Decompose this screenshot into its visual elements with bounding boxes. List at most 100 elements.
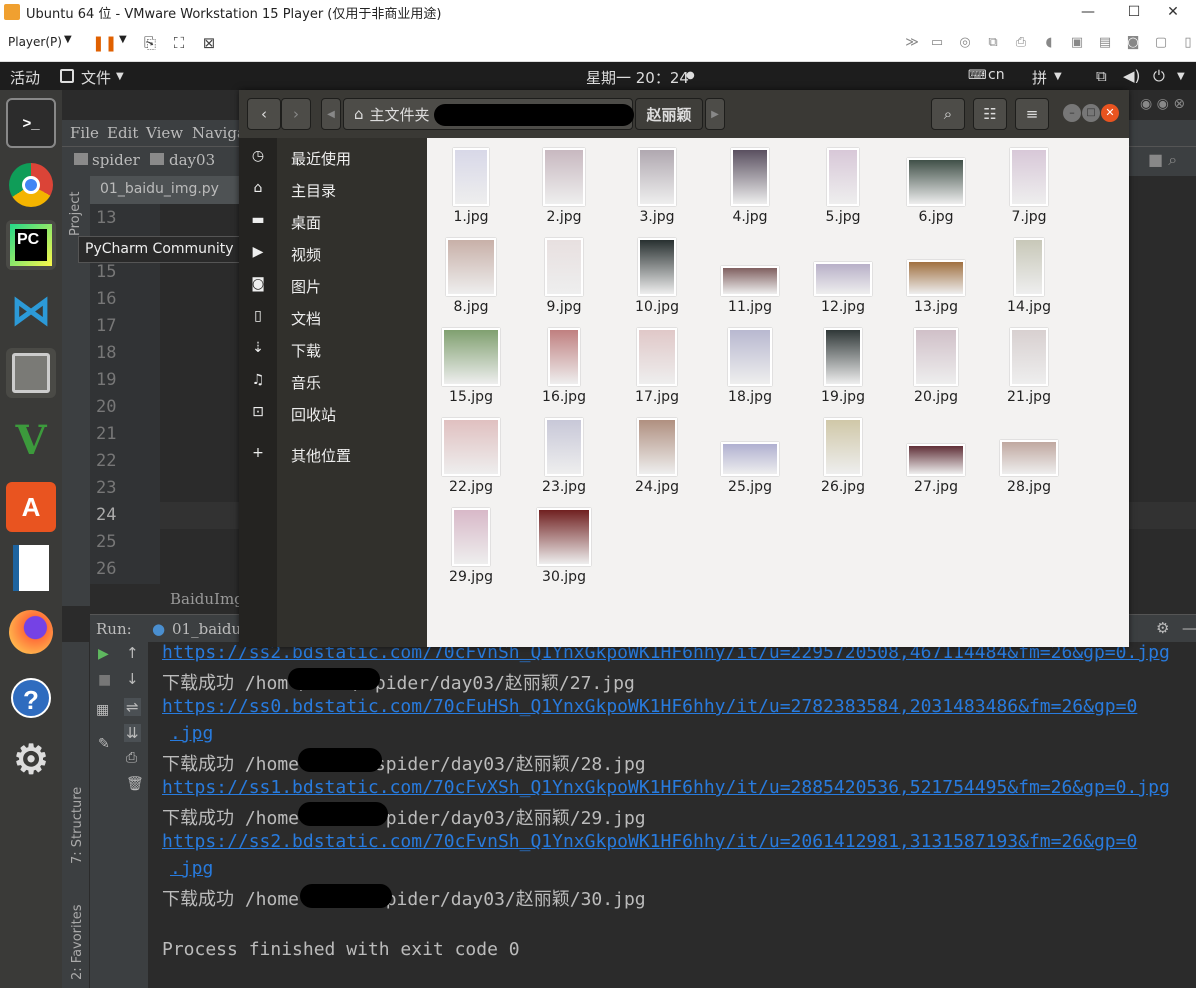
fullscreen-icon[interactable]: ⛶ [169, 33, 189, 53]
rerun-icon[interactable]: ▶ [98, 646, 109, 662]
clock[interactable]: 星期一 20：24 [586, 67, 689, 88]
sidebar-item-downloads[interactable]: 下载 [291, 340, 321, 361]
sidebar-item-documents[interactable]: 文档 [291, 308, 321, 329]
hdd-icon[interactable]: ▭ [927, 33, 947, 53]
soft-wrap-icon[interactable]: ⇌ [124, 698, 141, 716]
run-tab[interactable]: 01_baidu [172, 620, 241, 638]
menu-edit[interactable]: Edit [107, 124, 138, 142]
minimize-panel-icon[interactable]: — [1182, 619, 1196, 637]
file-thumbnail[interactable] [907, 158, 965, 206]
console-line-link[interactable]: https://ss2.bdstatic.com/70cFvnSh_Q1YnxG… [162, 831, 1137, 852]
path-current-button[interactable]: 赵丽颖 [635, 98, 703, 130]
sidebar-item-recent[interactable]: 最近使用 [291, 148, 351, 169]
usb-icon[interactable]: ▤ [1095, 33, 1115, 53]
sidebar-item-other-locations[interactable]: 其他位置 [291, 445, 351, 466]
input-method[interactable]: cn [988, 67, 1005, 83]
file-name[interactable]: 1.jpg [431, 209, 511, 225]
file-thumbnail[interactable] [1000, 440, 1058, 476]
breadcrumb-day03[interactable]: day03 [169, 151, 215, 169]
file-name[interactable]: 15.jpg [431, 389, 511, 405]
file-thumbnail[interactable] [907, 260, 965, 296]
sidebar-item-desktop[interactable]: 桌面 [291, 212, 321, 233]
minimize-icon[interactable]: – [1063, 104, 1081, 122]
file-name[interactable]: 20.jpg [896, 389, 976, 405]
close-icon[interactable]: ✕ [1150, 0, 1196, 24]
close-icon[interactable]: ✕ [1101, 104, 1119, 122]
console-line-link[interactable]: .jpg [170, 723, 213, 744]
sidebar-item-music[interactable]: 音乐 [291, 372, 321, 393]
writer-icon[interactable] [6, 543, 56, 593]
file-name[interactable]: 7.jpg [989, 209, 1069, 225]
maximize-icon[interactable]: □ [1082, 104, 1100, 122]
chevron-down-icon[interactable]: ▼ [119, 34, 127, 45]
vscode-icon[interactable]: ⋈ [6, 286, 56, 336]
file-name[interactable]: 3.jpg [617, 209, 697, 225]
terminal-icon[interactable]: >_ [6, 98, 56, 148]
file-name[interactable]: 2.jpg [524, 209, 604, 225]
display-icon[interactable]: ▣ [1067, 33, 1087, 53]
sidebar-item-pictures[interactable]: 图片 [291, 276, 321, 297]
file-thumbnail[interactable] [637, 418, 677, 476]
file-name[interactable]: 17.jpg [617, 389, 697, 405]
file-thumbnail[interactable] [638, 148, 676, 206]
scroll-end-icon[interactable]: ⇊ [124, 724, 141, 742]
file-name[interactable]: 10.jpg [617, 299, 697, 315]
network-icon[interactable]: ⧉ [983, 33, 1003, 53]
layout-icon[interactable]: ▦ [96, 702, 109, 718]
file-thumbnail[interactable] [548, 328, 580, 386]
pin-icon[interactable]: ✎ [98, 736, 110, 752]
file-name[interactable]: 22.jpg [431, 479, 511, 495]
chevron-down-icon[interactable]: ▼ [1177, 71, 1185, 82]
file-thumbnail[interactable] [446, 238, 496, 296]
settings-icon[interactable]: ⚙ [6, 735, 56, 785]
file-thumbnail[interactable] [452, 508, 490, 566]
favorites-tab[interactable]: 2: Favorites [70, 904, 85, 980]
network-icon[interactable]: ⧉ [1096, 67, 1107, 85]
chevron-down-icon[interactable]: ▼ [116, 71, 124, 82]
usb-stick-icon[interactable]: ▯ [1178, 33, 1196, 53]
file-thumbnail[interactable] [453, 148, 489, 206]
run-console[interactable]: https://ss2.bdstatic.com/70cFvnSh_Q1YnxG… [150, 642, 1196, 988]
file-name[interactable]: 30.jpg [524, 569, 604, 585]
file-name[interactable]: 8.jpg [431, 299, 511, 315]
file-thumbnail[interactable] [827, 148, 859, 206]
file-name[interactable]: 4.jpg [710, 209, 790, 225]
cd-icon[interactable]: ◎ [955, 33, 975, 53]
path-scroll-left[interactable]: ◀ [321, 98, 341, 130]
search-icon[interactable]: ■ ⌕ [1148, 150, 1177, 170]
firefox-icon[interactable] [6, 607, 56, 657]
back-button[interactable]: ‹ [247, 98, 281, 130]
files-icon[interactable] [6, 348, 56, 398]
file-name[interactable]: 14.jpg [989, 299, 1069, 315]
stop-icon[interactable]: ■ [98, 672, 111, 688]
send-ctrl-alt-del-icon[interactable]: ⎘ [140, 33, 160, 53]
input-lang[interactable]: 拼 [1032, 67, 1047, 88]
file-name[interactable]: 5.jpg [803, 209, 883, 225]
file-thumbnail[interactable] [638, 238, 676, 296]
help-icon[interactable]: ? [6, 673, 56, 723]
menu-file[interactable]: File [70, 124, 99, 142]
chevron-down-icon[interactable]: ▼ [1054, 71, 1062, 82]
file-name[interactable]: 12.jpg [803, 299, 883, 315]
scroll-down-icon[interactable]: ↓ [126, 670, 139, 688]
file-thumbnail[interactable] [824, 328, 862, 386]
menu-button[interactable]: ≡ [1015, 98, 1049, 130]
pause-icon[interactable]: ❚❚ [92, 33, 117, 53]
power-icon[interactable]: ⏻ [1153, 67, 1165, 85]
chevron-down-icon[interactable]: ▼ [64, 34, 72, 45]
minimize-icon[interactable]: — [1065, 0, 1111, 24]
file-name[interactable]: 23.jpg [524, 479, 604, 495]
volume-icon[interactable]: ◀) [1123, 67, 1140, 85]
software-center-icon[interactable]: A [6, 482, 56, 532]
unity-icon[interactable]: ⊠ [199, 33, 219, 53]
file-name[interactable]: 28.jpg [989, 479, 1069, 495]
file-name[interactable]: 21.jpg [989, 389, 1069, 405]
message-icon[interactable]: ▢ [1151, 33, 1171, 53]
sound-icon[interactable]: ◖ [1039, 33, 1059, 53]
file-name[interactable]: 19.jpg [803, 389, 883, 405]
pycharm-icon[interactable]: PC [6, 220, 56, 270]
file-name[interactable]: 24.jpg [617, 479, 697, 495]
file-name[interactable]: 18.jpg [710, 389, 790, 405]
scroll-up-icon[interactable]: ↑ [126, 644, 139, 662]
sidebar-item-trash[interactable]: 回收站 [291, 404, 336, 425]
